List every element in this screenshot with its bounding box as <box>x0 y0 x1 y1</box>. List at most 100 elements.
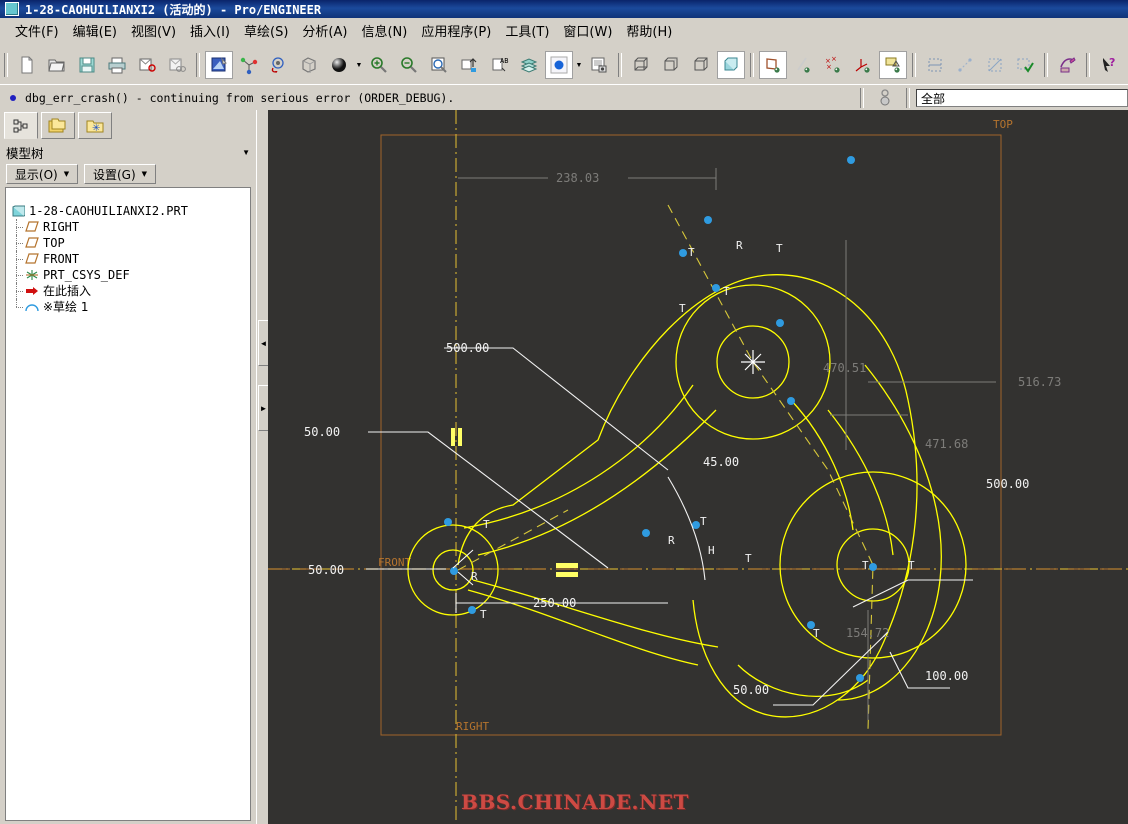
menu-tools[interactable]: 工具(T) <box>498 19 556 42</box>
svg-text:?: ? <box>1109 56 1115 69</box>
main-toolbar: ▼ AB ▼ × × × ? <box>0 48 1128 82</box>
tree-indent <box>10 299 24 315</box>
open-file-button[interactable] <box>43 51 71 79</box>
sketch-constraint-button[interactable] <box>951 51 979 79</box>
panel-title-row: 模型树 ▼ <box>0 142 256 162</box>
shading-button[interactable] <box>325 51 353 79</box>
sketch-tangent-lower <box>467 589 699 666</box>
sketch-inner-contour-2 <box>472 579 719 648</box>
show-menu-label: 显示(O) <box>14 167 58 182</box>
tab-model-tree[interactable] <box>4 112 38 139</box>
wireframe-button[interactable] <box>627 51 655 79</box>
menu-file[interactable]: 文件(F) <box>8 19 66 42</box>
tree-item-top[interactable]: TOP <box>10 235 250 251</box>
dim-45-00-angle: 45.00 <box>703 455 739 469</box>
tree-indent <box>10 219 24 235</box>
color-dropdown-arrow[interactable]: ▼ <box>574 51 584 79</box>
menu-sketch[interactable]: 草绘(S) <box>237 19 295 42</box>
message-separator <box>860 88 864 108</box>
saved-views-button[interactable] <box>295 51 323 79</box>
menu-applications[interactable]: 应用程序(P) <box>414 19 498 42</box>
tree-item-part[interactable]: 1-28-CAOHUILIANXI2.PRT <box>10 203 250 219</box>
print-button[interactable] <box>103 51 131 79</box>
insert-here-arrow-icon <box>24 284 40 298</box>
message-bar: dbg_err_crash() - continuing from seriou… <box>0 84 1128 111</box>
menu-insert[interactable]: 插入(I) <box>183 19 237 42</box>
tree-item-label: TOP <box>43 236 65 250</box>
tree-item-csys[interactable]: PRT_CSYS_DEF <box>10 267 250 283</box>
send-mail-button[interactable] <box>133 51 161 79</box>
show-menu-button[interactable]: 显示(O) ▼ <box>6 164 78 184</box>
constraint-equal-radius-1: R <box>736 239 743 252</box>
settings-menu-button[interactable]: 设置(G) ▼ <box>84 164 156 184</box>
axis-display-button[interactable] <box>789 51 817 79</box>
datum-display-button[interactable] <box>455 51 483 79</box>
annotation-display-button[interactable] <box>879 51 907 79</box>
sketch-verify-button[interactable] <box>1011 51 1039 79</box>
chevron-down-icon[interactable]: ▼ <box>242 148 250 157</box>
menu-window[interactable]: 窗口(W) <box>556 19 619 42</box>
save-file-button[interactable] <box>73 51 101 79</box>
model-player-small-button[interactable] <box>871 84 899 112</box>
layer-button[interactable] <box>515 51 543 79</box>
sketch-geometry <box>407 274 967 718</box>
dim-471-68: 471.68 <box>925 437 968 451</box>
no-hidden-button[interactable] <box>687 51 715 79</box>
forum-watermark: BBS.CHINADE.NET <box>461 790 689 814</box>
part-node-icon <box>10 204 26 218</box>
new-file-button[interactable] <box>13 51 41 79</box>
sketch-tangent-upper <box>463 384 694 529</box>
context-help-button[interactable]: ? <box>1095 51 1123 79</box>
annotation-button[interactable]: AB <box>485 51 513 79</box>
tree-indent <box>10 235 24 251</box>
datum-plane-node-icon <box>24 252 40 266</box>
tree-item-right[interactable]: RIGHT <box>10 219 250 235</box>
panel-button-row: 显示(O) ▼ 设置(G) ▼ <box>0 163 256 185</box>
tab-favorites[interactable]: ✳ <box>78 112 112 139</box>
hidden-line-button[interactable] <box>657 51 685 79</box>
zoom-in-button[interactable] <box>365 51 393 79</box>
svg-text:✳: ✳ <box>92 123 100 134</box>
centerline-left-diag <box>457 509 569 571</box>
reorient-button[interactable] <box>265 51 293 79</box>
tree-item-sketch[interactable]: ※草绘 1 <box>10 299 250 315</box>
dim-50-bottom-leader <box>773 631 889 706</box>
point-display-button[interactable]: × × × <box>819 51 847 79</box>
color-appearance-button[interactable] <box>545 51 573 79</box>
plane-display-button[interactable] <box>759 51 787 79</box>
graphics-window[interactable]: TOP RIGHT FRONT T T T T T T T T T T T R … <box>268 110 1128 824</box>
sketch-dim-button[interactable] <box>921 51 949 79</box>
spin-center-button[interactable] <box>235 51 263 79</box>
refit-button[interactable] <box>425 51 453 79</box>
menu-analysis[interactable]: 分析(A) <box>295 19 354 42</box>
tree-indent <box>10 283 24 299</box>
tab-folder-browser[interactable] <box>41 112 75 139</box>
panel-title: 模型树 <box>6 145 44 161</box>
sketch-inner-right <box>790 399 854 531</box>
send-link-button[interactable] <box>163 51 191 79</box>
sketch-point <box>712 284 720 292</box>
menu-edit[interactable]: 编辑(E) <box>66 19 124 42</box>
zoom-out-button[interactable] <box>395 51 423 79</box>
dim-50-00-bottom: 50.00 <box>733 683 769 697</box>
sketch-grid-button[interactable] <box>981 51 1009 79</box>
sketch-canvas[interactable]: TOP RIGHT FRONT T T T T T T T T T T T R … <box>268 110 1128 824</box>
menu-info[interactable]: 信息(N) <box>354 19 414 42</box>
shading-dropdown-arrow[interactable]: ▼ <box>354 51 364 79</box>
menu-help[interactable]: 帮助(H) <box>619 19 679 42</box>
sketch-point <box>776 319 784 327</box>
csys-display-button[interactable] <box>849 51 877 79</box>
sketch-point <box>679 249 687 257</box>
selection-filter-select[interactable]: 全部 <box>916 89 1128 107</box>
tree-column-header <box>5 187 251 201</box>
tree-item-front[interactable]: FRONT <box>10 251 250 267</box>
shading-style-button[interactable] <box>717 51 745 79</box>
tree-item-insert-here[interactable]: 在此插入 <box>10 283 250 299</box>
model-tree[interactable]: 1-28-CAOHUILIANXI2.PRT RIGHT TOP FRONT P… <box>5 201 251 821</box>
menu-view[interactable]: 视图(V) <box>124 19 183 42</box>
model-player-button[interactable] <box>585 51 613 79</box>
feature-paint-button[interactable] <box>1053 51 1081 79</box>
repaint-button[interactable] <box>205 51 233 79</box>
constraint-tangent-1: T <box>688 246 695 259</box>
sketch-point <box>856 674 864 682</box>
